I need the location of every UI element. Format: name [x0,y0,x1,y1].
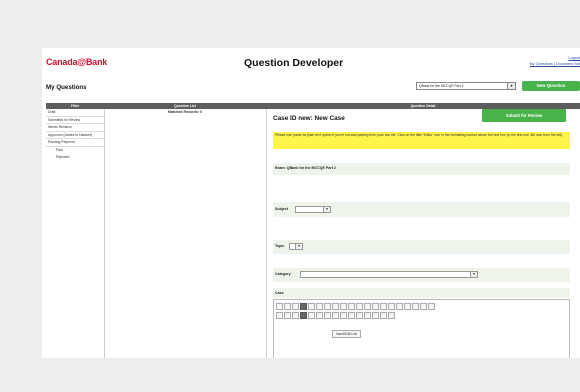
app-title: Question Developer [244,57,344,69]
redo-icon[interactable] [324,302,331,310]
matched-records-count: Matched Records: 0 [167,110,203,114]
undo-icon[interactable] [316,302,323,310]
align-center-icon[interactable] [284,311,291,319]
unlink-icon[interactable] [308,311,315,319]
text-color-icon[interactable] [380,311,387,319]
font-icon[interactable] [364,311,371,319]
strike-icon[interactable] [380,302,387,310]
app-window: Canada@Bank Question Developer Logout My… [42,48,580,358]
paste-text-icon[interactable] [300,302,307,310]
subject-row: Subject ▾ [273,202,570,217]
category-select[interactable]: ▾ [300,271,478,278]
bank-logo: Canada@Bank [46,57,108,67]
anchor-icon[interactable] [316,311,323,319]
find-icon[interactable] [332,302,339,310]
new-question-button[interactable]: New Question [522,81,580,91]
chevron-down-icon: ▾ [507,83,515,89]
filter-panel: Draft Submitted for Review Needs Revisio… [46,109,105,358]
indent-icon[interactable] [428,302,435,310]
source-icon[interactable] [276,302,283,310]
topic-row: Topic ▾ [273,240,570,254]
filter-item[interactable]: Submitted for Review [46,117,104,125]
bold-icon[interactable] [356,302,363,310]
copy-icon[interactable] [292,302,299,310]
topic-label: Topic [275,244,285,248]
page-title: My Questions [46,84,87,91]
bulleted-list-icon[interactable] [412,302,419,310]
filter-item[interactable]: Approved (Added to Dataset) [46,132,104,140]
image-icon[interactable] [324,311,331,319]
chevron-down-icon: ▾ [323,207,330,212]
filter-item[interactable]: Draft [46,109,104,117]
topic-select[interactable]: ▾ [289,243,303,250]
select-all-icon[interactable] [348,302,355,310]
filter-item[interactable]: Pending Payment [46,139,104,147]
case-editor[interactable] [273,299,570,358]
paste-word-icon[interactable] [308,302,315,310]
replace-icon[interactable] [340,302,347,310]
superscript-icon[interactable] [396,302,403,310]
rule-icon[interactable] [340,311,347,319]
filter-item[interactable]: Paid [46,147,104,154]
table-icon[interactable] [332,311,339,319]
size-icon[interactable] [372,311,379,319]
outdent-icon[interactable] [420,302,427,310]
editor-toolbar-row-2 [276,311,568,319]
question-set-value: QBank for the MCCQE Part 2 [419,84,464,88]
case-label: Case [275,291,284,295]
subject-label: Subject [275,207,288,211]
filter-item[interactable]: Needs Revision [46,124,104,132]
exam-label: Exam: QBank for the MCCQE Part 2 [275,166,336,170]
editor-toolbar-row-1 [276,302,568,310]
exam-row: Exam: QBank for the MCCQE Part 2 [273,163,570,175]
align-right-icon[interactable] [292,311,299,319]
underline-icon[interactable] [372,302,379,310]
notice-banner: Please use 'paste as plain text' option … [273,132,570,149]
italic-icon[interactable] [364,302,371,310]
special-char-icon[interactable] [356,311,363,319]
subject-select[interactable]: ▾ [295,206,331,213]
link-icon[interactable] [300,311,307,319]
question-set-select[interactable]: QBank for the MCCQE Part 2 ▾ [416,82,516,90]
submit-for-review-button[interactable]: Submit for Review [482,109,566,122]
top-links: Logout My Questions | Document Set [530,55,580,67]
chevron-down-icon: ▾ [295,244,302,249]
case-row: Case [273,288,570,298]
cut-icon[interactable] [284,302,291,310]
question-detail-panel: Case ID new: New Case Submit for Review … [268,109,580,358]
smiley-icon[interactable] [348,311,355,319]
numbered-list-icon[interactable] [404,302,411,310]
chevron-down-icon: ▾ [470,272,477,277]
align-left-icon[interactable] [276,311,283,319]
case-title: Case ID new: New Case [273,115,345,122]
nav-links[interactable]: My Questions | Document Set [530,61,580,67]
bg-color-icon[interactable] [388,311,395,319]
tooltip: Insert/Edit Link [332,330,362,338]
subscript-icon[interactable] [388,302,395,310]
category-label: Category [275,272,291,276]
category-row: Category ▾ [273,268,570,282]
question-list-panel: Matched Records: 0 [104,109,267,358]
filter-item[interactable]: Rejected [46,154,104,161]
